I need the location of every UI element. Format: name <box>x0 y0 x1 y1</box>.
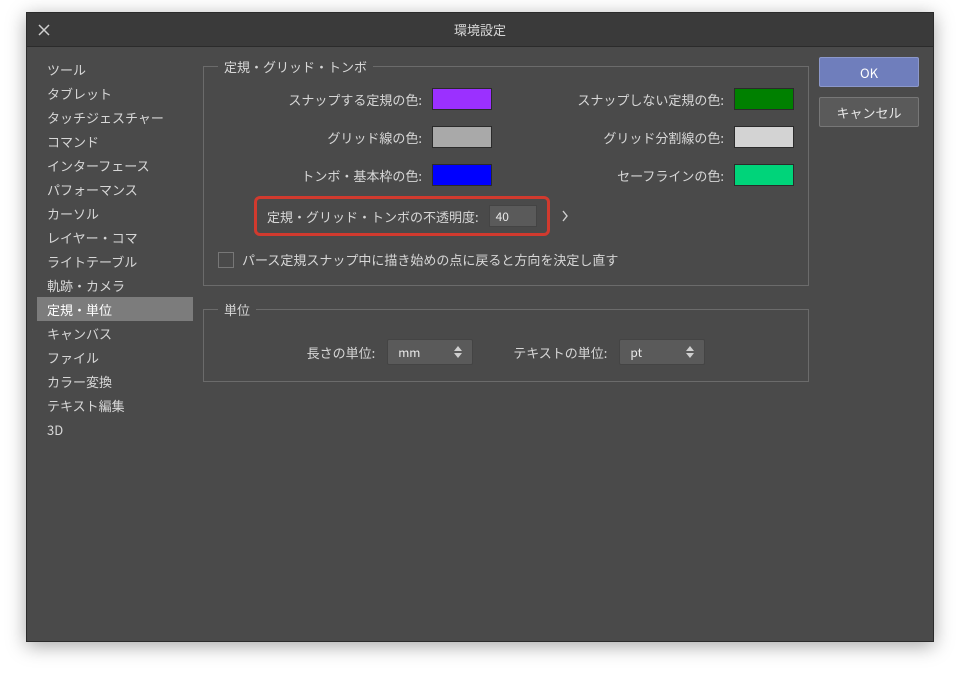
gridline-color-label: グリッド線の色: <box>218 128 422 147</box>
length-unit-label: 長さの単位: <box>307 343 376 362</box>
sidebar-item-text[interactable]: テキスト編集 <box>37 393 193 417</box>
length-unit-select[interactable]: mm <box>387 339 473 365</box>
opacity-label: 定規・グリッド・トンボの不透明度: <box>267 207 479 226</box>
nosnap-color-label: スナップしない定規の色: <box>520 90 724 109</box>
rulers-legend: 定規・グリッド・トンボ <box>218 57 373 76</box>
opacity-highlight: 定規・グリッド・トンボの不透明度: 40 <box>254 196 550 236</box>
sidebar-item-tablet[interactable]: タブレット <box>37 81 193 105</box>
spinner-icon <box>454 340 468 364</box>
units-group: 単位 長さの単位: mm テキストの単位: <box>203 300 809 382</box>
crop-color-well[interactable] <box>432 164 492 186</box>
safeline-color-well[interactable] <box>734 164 794 186</box>
sidebar-item-interface[interactable]: インターフェース <box>37 153 193 177</box>
text-unit-value: pt <box>630 344 642 361</box>
ok-button[interactable]: OK <box>819 57 919 87</box>
spinner-icon <box>686 340 700 364</box>
sidebar-item-ruler-unit[interactable]: 定規・単位 <box>37 297 193 321</box>
sidebar-item-tool[interactable]: ツール <box>37 57 193 81</box>
sidebar-item-touch[interactable]: タッチジェスチャー <box>37 105 193 129</box>
sidebar-item-lighttable[interactable]: ライトテーブル <box>37 249 193 273</box>
perspective-snap-checkbox[interactable] <box>218 252 234 268</box>
units-legend: 単位 <box>218 300 256 319</box>
length-unit-value: mm <box>398 344 420 361</box>
sidebar-item-command[interactable]: コマンド <box>37 129 193 153</box>
chevron-right-icon[interactable] <box>558 210 572 222</box>
preferences-window: 環境設定 ツール タブレット タッチジェスチャー コマンド インターフェース パ… <box>26 12 934 642</box>
snap-color-label: スナップする定規の色: <box>218 90 422 109</box>
gridline-color-well[interactable] <box>432 126 492 148</box>
rulers-grid-crop-group: 定規・グリッド・トンボ スナップする定規の色: スナップしない定規の色: <box>203 57 809 286</box>
sidebar-item-cursor[interactable]: カーソル <box>37 201 193 225</box>
snap-color-well[interactable] <box>432 88 492 110</box>
sidebar-item-file[interactable]: ファイル <box>37 345 193 369</box>
safeline-color-label: セーフラインの色: <box>520 166 724 185</box>
window-title: 環境設定 <box>27 20 933 39</box>
nosnap-color-well[interactable] <box>734 88 794 110</box>
cancel-button[interactable]: キャンセル <box>819 97 919 127</box>
subgrid-color-label: グリッド分割線の色: <box>520 128 724 147</box>
subgrid-color-well[interactable] <box>734 126 794 148</box>
titlebar: 環境設定 <box>27 13 933 47</box>
text-unit-select[interactable]: pt <box>619 339 705 365</box>
crop-color-label: トンボ・基本枠の色: <box>218 166 422 185</box>
sidebar-item-trace[interactable]: 軌跡・カメラ <box>37 273 193 297</box>
sidebar-item-color[interactable]: カラー変換 <box>37 369 193 393</box>
text-unit-label: テキストの単位: <box>513 343 607 362</box>
sidebar-item-canvas[interactable]: キャンバス <box>37 321 193 345</box>
sidebar-item-performance[interactable]: パフォーマンス <box>37 177 193 201</box>
sidebar-item-3d[interactable]: 3D <box>37 417 193 441</box>
opacity-input[interactable]: 40 <box>489 205 537 227</box>
perspective-snap-label: パース定規スナップ中に描き始めの点に戻ると方向を決定し直す <box>242 250 618 269</box>
sidebar-item-layer[interactable]: レイヤー・コマ <box>37 225 193 249</box>
sidebar: ツール タブレット タッチジェスチャー コマンド インターフェース パフォーマン… <box>37 57 193 627</box>
